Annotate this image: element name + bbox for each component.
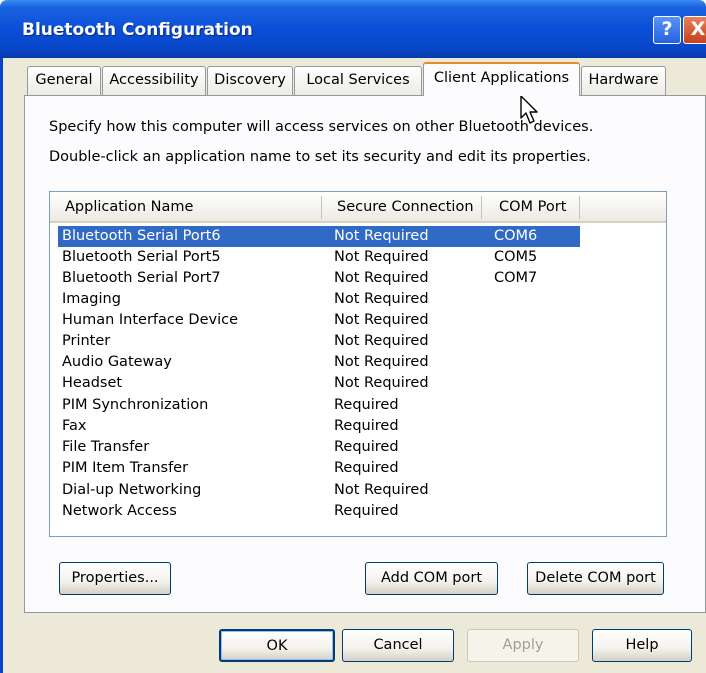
app-name-cell: File Transfer	[62, 439, 150, 455]
tab-label: General	[35, 72, 93, 88]
secure-cell: Not Required	[334, 249, 429, 265]
secure-cell: Not Required	[334, 375, 429, 391]
secure-cell: Required	[334, 397, 399, 413]
list-row[interactable]: PIM Synchronization Required	[58, 395, 580, 416]
app-name-cell: Audio Gateway	[62, 354, 172, 370]
com-port-cell: COM6	[494, 228, 538, 244]
app-name-cell: Dial-up Networking	[62, 482, 202, 498]
column-divider[interactable]	[579, 196, 580, 219]
secure-cell: Not Required	[334, 333, 429, 349]
delete-com-port-button[interactable]: Delete COM port	[527, 562, 664, 595]
list-row[interactable]: PIM Item Transfer Required	[58, 458, 580, 479]
list-row[interactable]: Imaging Not Required	[58, 289, 580, 310]
list-row[interactable]: Printer Not Required	[58, 331, 580, 352]
secure-cell: Not Required	[334, 228, 429, 244]
tab-label: Discovery	[214, 72, 286, 88]
list-row[interactable]: Bluetooth Serial Port5 Not Required COM5	[58, 247, 580, 268]
help-title-button[interactable]: ?	[653, 16, 681, 44]
secure-cell: Not Required	[334, 354, 429, 370]
list-row[interactable]: Audio Gateway Not Required	[58, 352, 580, 373]
secure-cell: Not Required	[334, 312, 429, 328]
app-name-cell: Bluetooth Serial Port6	[62, 228, 221, 244]
app-name-cell: Imaging	[62, 291, 121, 307]
list-row[interactable]: Bluetooth Serial Port7 Not Required COM7	[58, 268, 580, 289]
tab-hardware[interactable]: Hardware	[581, 66, 666, 95]
list-row[interactable]: Network Access Required	[58, 501, 580, 522]
close-button[interactable]: X	[683, 16, 706, 44]
close-icon: X	[690, 18, 706, 40]
secure-cell: Required	[334, 460, 399, 476]
tab-local-services[interactable]: Local Services	[294, 66, 422, 95]
list-row[interactable]: Headset Not Required	[58, 373, 580, 394]
question-mark-icon: ?	[661, 18, 673, 40]
app-name-cell: Bluetooth Serial Port7	[62, 270, 221, 286]
cancel-button[interactable]: Cancel	[342, 629, 454, 662]
description-line-2: Double-click an application name to set …	[49, 149, 591, 165]
window-title: Bluetooth Configuration	[22, 20, 253, 40]
mouse-pointer-icon	[520, 95, 538, 124]
column-com-port[interactable]: COM Port	[499, 199, 566, 215]
column-divider[interactable]	[321, 196, 322, 219]
secure-cell: Not Required	[334, 291, 429, 307]
app-name-cell: Printer	[62, 333, 111, 349]
secure-cell: Not Required	[334, 270, 429, 286]
secure-cell: Required	[334, 439, 399, 455]
app-name-cell: Bluetooth Serial Port5	[62, 249, 221, 265]
list-row-selected[interactable]: Bluetooth Serial Port6 Not Required COM6	[58, 226, 580, 247]
list-row[interactable]: File Transfer Required	[58, 437, 580, 458]
tab-client-applications[interactable]: Client Applications	[423, 62, 580, 96]
title-bar[interactable]: Bluetooth Configuration ? X	[0, 0, 706, 58]
app-name-cell: PIM Item Transfer	[62, 460, 189, 476]
secure-cell: Not Required	[334, 482, 429, 498]
column-secure-connection[interactable]: Secure Connection	[337, 199, 474, 215]
com-port-cell: COM7	[494, 270, 538, 286]
tab-label: Accessibility	[109, 72, 199, 88]
tab-label: Client Applications	[433, 70, 570, 86]
tab-discovery[interactable]: Discovery	[207, 66, 293, 95]
com-port-cell: COM5	[494, 249, 538, 265]
client-applications-list[interactable]: Application Name Secure Connection COM P…	[49, 191, 667, 537]
app-name-cell: Fax	[62, 418, 87, 434]
description-line-1: Specify how this computer will access se…	[49, 119, 594, 135]
secure-cell: Required	[334, 503, 399, 519]
column-divider[interactable]	[481, 196, 482, 219]
help-button[interactable]: Help	[592, 629, 692, 662]
list-row[interactable]: Dial-up Networking Not Required	[58, 480, 580, 501]
list-row[interactable]: Fax Required	[58, 416, 580, 437]
apply-button[interactable]: Apply	[467, 629, 579, 662]
app-name-cell: PIM Synchronization	[62, 397, 209, 413]
tab-accessibility[interactable]: Accessibility	[102, 66, 206, 95]
column-application-name[interactable]: Application Name	[65, 199, 193, 215]
app-name-cell: Headset	[62, 375, 123, 391]
ok-button[interactable]: OK	[219, 629, 335, 662]
properties-button[interactable]: Properties...	[59, 562, 171, 595]
tab-label: Local Services	[306, 72, 410, 88]
tab-general[interactable]: General	[27, 66, 101, 95]
app-name-cell: Human Interface Device	[62, 312, 239, 328]
secure-cell: Required	[334, 418, 399, 434]
list-header: Application Name Secure Connection COM P…	[50, 192, 666, 223]
add-com-port-button[interactable]: Add COM port	[365, 562, 498, 595]
app-name-cell: Network Access	[62, 503, 177, 519]
list-row[interactable]: Human Interface Device Not Required	[58, 310, 580, 331]
tab-label: Hardware	[588, 72, 659, 88]
